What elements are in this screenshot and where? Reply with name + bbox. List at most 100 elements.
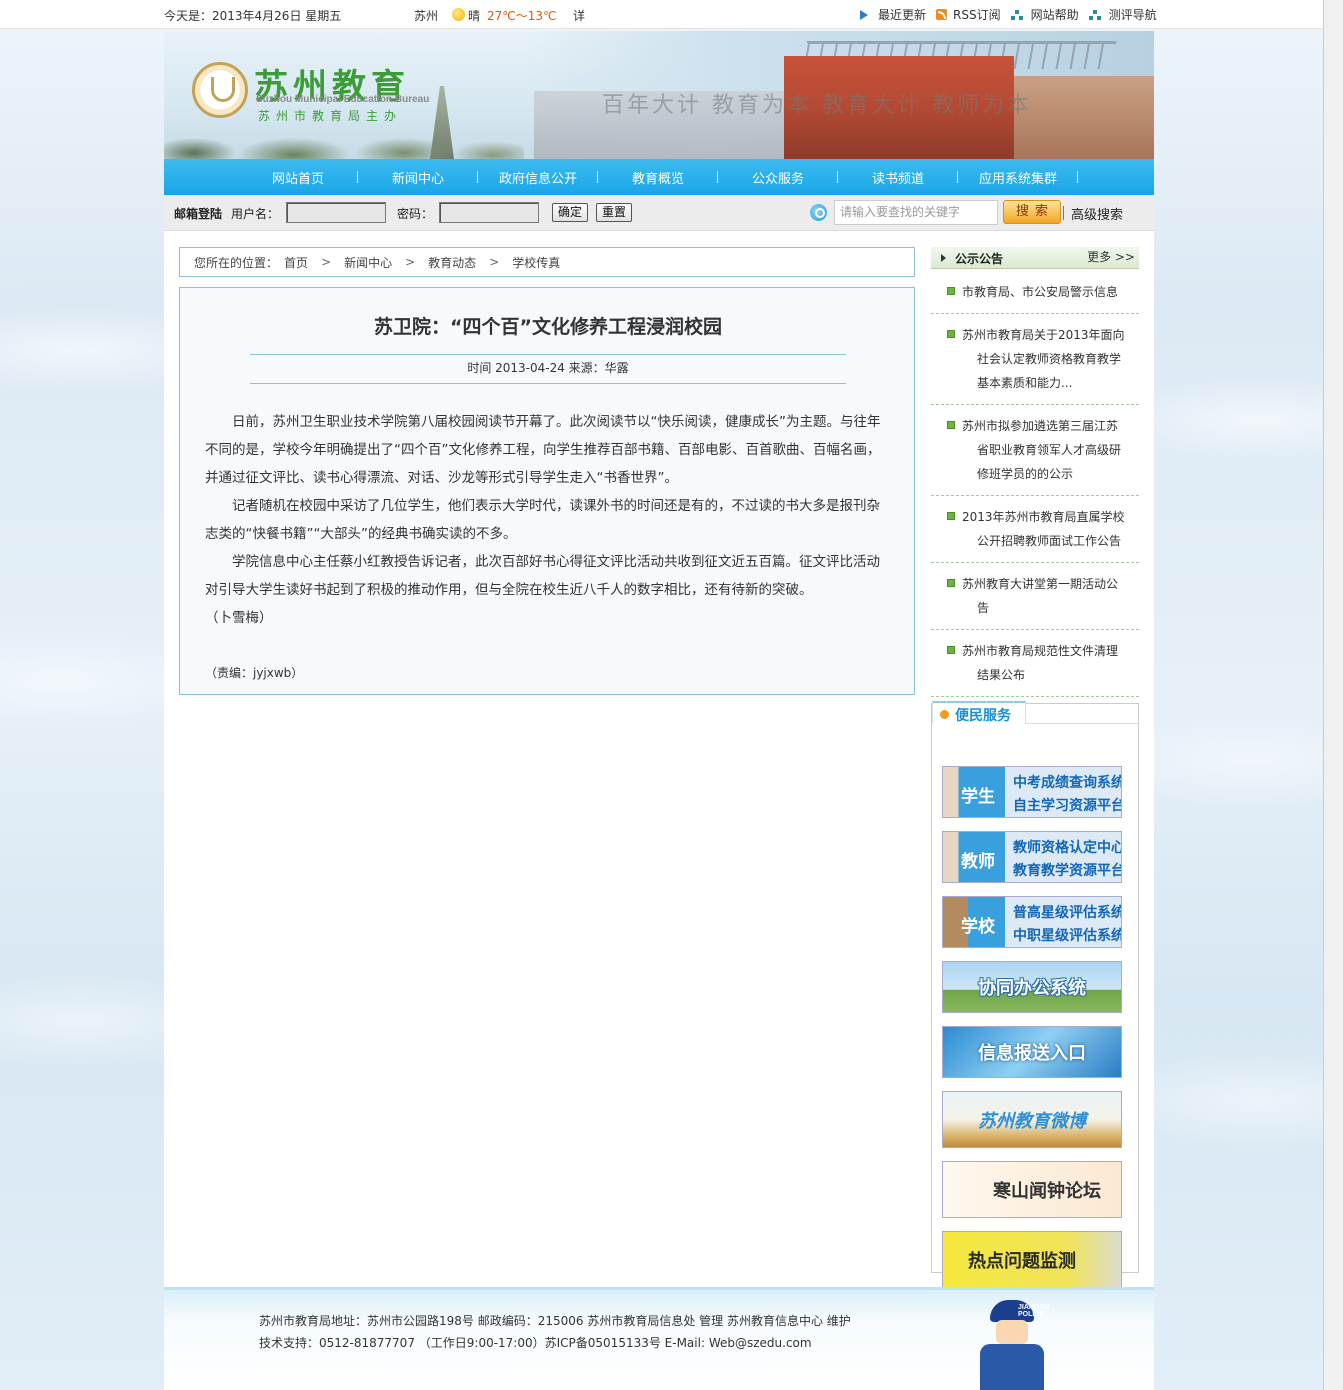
play-icon	[860, 9, 868, 20]
password-label: 密码：	[397, 207, 434, 221]
date-text: 今天是：2013年4月26日 星期五	[164, 9, 342, 23]
nav-overview[interactable]: 教育概览	[598, 168, 718, 187]
list-item[interactable]: 苏州市教育局关于2013年面向社会认定教师资格教育教学基本素质和能力...	[931, 314, 1139, 405]
school-link-2[interactable]: 中职星级评估系统	[1013, 925, 1121, 945]
weibo-banner[interactable]: 苏州教育微博	[942, 1091, 1122, 1148]
breadcrumb-news[interactable]: 新闻中心	[344, 254, 392, 271]
nav-gov-info[interactable]: 政府信息公开	[478, 168, 598, 187]
nav-public-service[interactable]: 公众服务	[718, 168, 838, 187]
login-submit-button[interactable]: 确定	[552, 203, 589, 222]
breadcrumb: 您所在的位置： 首页 > 新闻中心 > 教育动态 > 学校传真	[179, 247, 915, 277]
hot-issues-banner[interactable]: 热点问题监测	[942, 1231, 1122, 1288]
teacher-tag: 教师	[961, 852, 995, 872]
services-title: 便民服务	[955, 708, 1011, 724]
school-tag: 学校	[961, 917, 995, 937]
student-link-1[interactable]: 中考成绩查询系统	[1013, 772, 1121, 792]
sitemap-icon	[1010, 9, 1023, 20]
article-editor: （责编：jyjxwb）	[205, 666, 304, 680]
main-nav: 网站首页 新闻中心 政府信息公开 教育概览 公众服务 读书频道 应用系统集群	[164, 159, 1154, 195]
notice-more-link[interactable]: 更多 >>	[1087, 248, 1135, 265]
student-link-2[interactable]: 自主学习资源平台	[1013, 795, 1121, 815]
site-banner: 苏州教育 Suzhou Municipal Education Bureau 苏…	[164, 31, 1154, 159]
school-services-banner[interactable]: 学校 普高星级评估系统 中职星级评估系统	[942, 896, 1122, 948]
article-meta: 时间 2013-04-24 来源：华露	[467, 361, 629, 375]
notice-title: 公示公告	[955, 252, 1004, 266]
student-tag: 学生	[961, 787, 995, 807]
services-tab[interactable]: 便民服务	[932, 701, 1026, 724]
footer-address: 苏州市教育局地址：苏州市公园路198号 邮政编码：215006 苏州市教育局信息…	[259, 1314, 851, 1328]
bullet-icon	[947, 646, 955, 654]
site-logo-subtitle: 苏州市教育局主办	[258, 109, 403, 123]
logo-emblem-icon[interactable]	[192, 62, 248, 118]
teacher-link-1[interactable]: 教师资格认定中心	[1013, 837, 1121, 857]
top-links: 最近更新 RSS订阅 网站帮助 测评导航	[860, 6, 1157, 23]
bullet-icon	[947, 579, 955, 587]
article-author: （卜雪梅）	[205, 610, 273, 626]
advanced-search-link[interactable]: 高级搜索	[1062, 204, 1123, 223]
search-button[interactable]: 搜索	[1003, 200, 1061, 224]
temperature-text: 27℃～13℃	[487, 9, 557, 23]
recent-updates-link[interactable]: 最近更新	[860, 6, 926, 23]
sitemap-icon	[1088, 9, 1101, 20]
login-search-bar: 邮箱登陆 用户名： 密码： 确定 重置 请输入要查找的关键字 搜索 高级搜索	[164, 195, 1154, 231]
breadcrumb-prefix: 您所在的位置：	[194, 255, 279, 270]
list-item[interactable]: 2013年苏州市教育局直属学校公开招聘教师面试工作公告	[931, 496, 1139, 563]
student-services-banner[interactable]: 学生 中考成绩查询系统 自主学习资源平台	[942, 766, 1122, 818]
nav-news[interactable]: 新闻中心	[358, 168, 478, 187]
office-system-banner[interactable]: 协同办公系统	[942, 961, 1122, 1013]
nav-home[interactable]: 网站首页	[238, 168, 358, 187]
rss-icon	[936, 9, 948, 20]
search-input[interactable]: 请输入要查找的关键字	[834, 200, 998, 225]
site-help-link[interactable]: 网站帮助	[1010, 6, 1079, 23]
breadcrumb-school-news[interactable]: 学校传真	[512, 254, 560, 271]
city-text: 苏州	[414, 9, 439, 23]
nav-app-systems[interactable]: 应用系统集群	[958, 168, 1078, 187]
evaluation-nav-link[interactable]: 测评导航	[1088, 6, 1157, 23]
password-input[interactable]	[439, 202, 539, 223]
article-paragraph: 日前，苏州卫生职业技术学院第八届校园阅读节开幕了。此次阅读节以“快乐阅读，健康成…	[205, 414, 881, 486]
police-mascot-icon[interactable]: JIANGSU POLICE	[970, 1300, 1054, 1390]
article-title: 苏卫院：“四个百”文化修养工程浸润校园	[374, 316, 722, 338]
footer-support: 技术支持：0512-81877707 （工作日9:00-17:00）苏ICP备0…	[259, 1336, 812, 1350]
rss-link[interactable]: RSS订阅	[936, 6, 1001, 23]
bullet-icon	[947, 421, 955, 429]
sun-icon	[452, 8, 465, 21]
teacher-link-2[interactable]: 教育教学资源平台	[1013, 860, 1121, 880]
weather-detail-link[interactable]: 详	[573, 7, 585, 24]
search-icon	[810, 204, 827, 221]
list-item[interactable]: 市教育局、市公安局警示信息	[931, 271, 1139, 314]
list-item[interactable]: 苏州市教育局规范性文件清理结果公布	[931, 630, 1139, 697]
footer: 苏州市教育局地址：苏州市公园路198号 邮政编码：215006 苏州市教育局信息…	[164, 1287, 1154, 1390]
notice-header: 公示公告 更多 >>	[931, 247, 1139, 269]
article-paragraph: 学院信息中心主任蔡小红教授告诉记者，此次百部好书心得征文评比活动共收到征文近五百…	[205, 554, 880, 598]
nav-reading[interactable]: 读书频道	[838, 168, 958, 187]
username-input[interactable]	[286, 202, 386, 223]
info-report-banner[interactable]: 信息报送入口	[942, 1026, 1122, 1078]
list-item[interactable]: 苏州市拟参加遴选第三届江苏省职业教育领军人才高级研修班学员的的公示	[931, 405, 1139, 496]
teacher-services-banner[interactable]: 教师 教师资格认定中心 教育教学资源平台	[942, 831, 1122, 883]
breadcrumb-separator: >	[489, 255, 500, 269]
weather-text: 晴	[468, 9, 481, 23]
breadcrumb-separator: >	[405, 255, 416, 269]
bullet-icon	[947, 330, 955, 338]
main-container: 苏州教育 Suzhou Municipal Education Bureau 苏…	[164, 31, 1154, 1390]
notice-list: 市教育局、市公安局警示信息 苏州市教育局关于2013年面向社会认定教师资格教育教…	[931, 271, 1139, 697]
list-item[interactable]: 苏州教育大讲堂第一期活动公告	[931, 563, 1139, 630]
article-body: 日前，苏州卫生职业技术学院第八届校园阅读节开幕了。此次阅读节以“快乐阅读，健康成…	[205, 408, 885, 632]
login-reset-button[interactable]: 重置	[596, 203, 633, 222]
forum-banner[interactable]: 寒山闻钟论坛	[942, 1161, 1122, 1218]
breadcrumb-edu-news[interactable]: 教育动态	[428, 254, 476, 271]
school-link-1[interactable]: 普高星级评估系统	[1013, 902, 1121, 922]
scrollbar[interactable]	[1323, 0, 1343, 1390]
services-panel: 便民服务 学生 中考成绩查询系统 自主学习资源平台 教师 教师资格认定中心 教育…	[931, 701, 1139, 1288]
breadcrumb-home[interactable]: 首页	[284, 254, 308, 271]
divider	[250, 383, 846, 384]
top-bar: 今天是：2013年4月26日 星期五 苏州 晴 27℃～13℃ 详 最近更新 R…	[0, 0, 1323, 29]
article-panel: 苏卫院：“四个百”文化修养工程浸润校园 时间 2013-04-24 来源：华露 …	[179, 287, 915, 695]
triangle-icon	[941, 254, 946, 262]
divider	[250, 354, 846, 355]
mail-login-label: 邮箱登陆	[174, 207, 223, 221]
bullet-icon	[940, 710, 949, 719]
banner-slogan: 百年大计 教育为本 教育大计 教师为本	[602, 93, 1032, 118]
article-paragraph: 记者随机在校园中采访了几位学生，他们表示大学时代，读课外书的时间还是有的，不过读…	[205, 498, 880, 542]
